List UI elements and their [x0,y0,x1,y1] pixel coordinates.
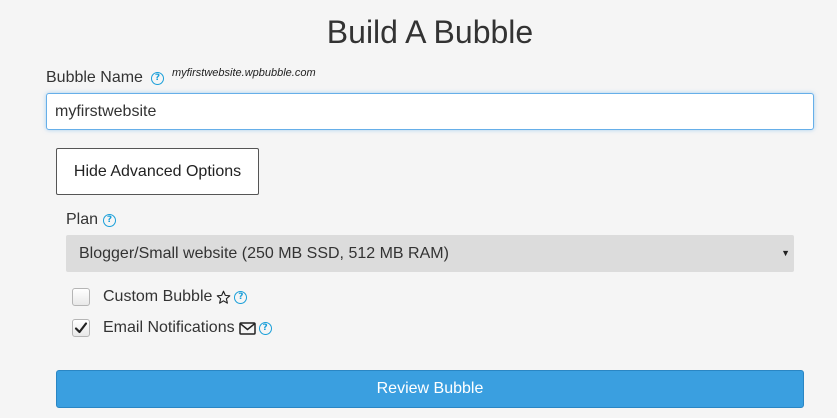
plan-label-row: Plan ? [66,210,117,230]
bubble-name-input[interactable] [46,93,814,130]
email-notifications-option: Email Notifications ? [72,318,272,338]
dropdown-caret-icon: ▼ [781,248,790,258]
plan-label: Plan [66,211,99,228]
bubble-name-label-row: Bubble Name ? myfirstwebsite.wpbubble.co… [46,67,316,88]
page-title: Build A Bubble [326,14,534,50]
custom-bubble-help-icon[interactable]: ? [234,290,248,304]
email-notifications-checkbox[interactable] [72,319,90,337]
star-outline-icon [216,290,231,305]
plan-help-icon[interactable]: ? [103,213,117,227]
custom-bubble-option: Custom Bubble ? [72,287,248,307]
plan-selected-value: Blogger/Small website (250 MB SSD, 512 M… [79,244,449,262]
checkmark-icon [74,322,88,334]
plan-select[interactable]: Blogger/Small website (250 MB SSD, 512 M… [66,235,794,272]
email-notifications-help-icon[interactable]: ? [258,321,272,335]
bubble-name-help-icon[interactable]: ? [150,71,164,85]
custom-bubble-checkbox[interactable] [72,288,90,306]
domain-preview: myfirstwebsite.wpbubble.com [171,67,316,79]
envelope-icon [238,321,256,335]
hide-advanced-options-button[interactable]: Hide Advanced Options [56,148,259,195]
review-bubble-button[interactable]: Review Bubble [56,370,804,408]
custom-bubble-label: Custom Bubble [103,288,213,305]
email-notifications-label: Email Notifications [103,319,235,336]
bubble-name-label: Bubble Name [46,69,143,86]
